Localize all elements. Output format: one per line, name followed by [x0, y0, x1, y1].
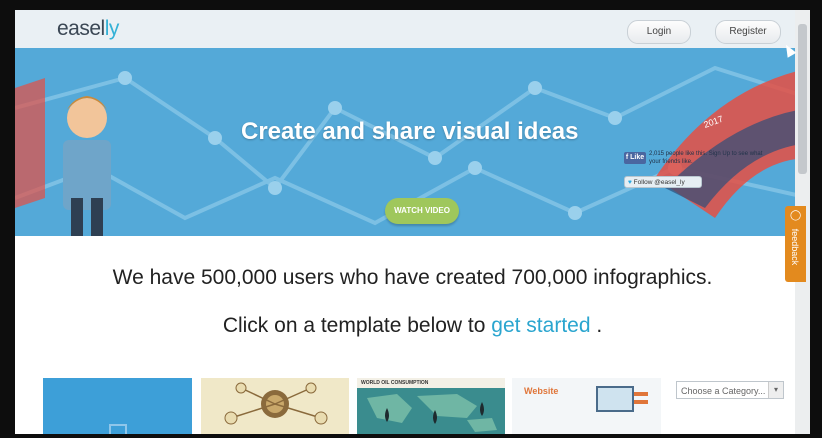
blank-template-icon — [109, 424, 127, 434]
decor-bar — [634, 400, 648, 404]
scrollbar-thumb[interactable] — [798, 24, 807, 174]
main-content: We have 500,000 users who have created 7… — [15, 236, 810, 434]
template-world-oil[interactable]: WORLD OIL CONSUMPTION — [357, 378, 505, 434]
template-title: Website — [524, 386, 559, 396]
register-button[interactable]: Register — [715, 20, 781, 44]
get-started-link[interactable]: get started — [491, 314, 590, 337]
template-blank[interactable] — [43, 378, 192, 434]
twitter-follow-button[interactable]: ♥ Follow @easel_ly — [624, 176, 702, 188]
category-select[interactable]: Choose a Category... ▾ — [676, 381, 784, 399]
template-mindmap[interactable] — [201, 378, 349, 434]
character-illustration — [63, 96, 111, 236]
browser-viewport: easelly Login Register 2017 Create and s… — [15, 10, 810, 434]
get-started-prompt: Click on a template below to get started… — [222, 314, 603, 337]
mindmap-preview — [224, 382, 328, 425]
hero-banner: 2017 Create and share visual ideas WATCH… — [15, 48, 810, 236]
template-title: WORLD OIL CONSUMPTION — [357, 378, 505, 388]
template-website[interactable]: Website — [512, 378, 661, 434]
monitor-graphic — [596, 386, 634, 412]
facebook-like-button[interactable]: f Like — [624, 152, 646, 164]
login-button[interactable]: Login — [627, 20, 691, 44]
easelly-logo[interactable]: easelly — [57, 17, 119, 41]
chevron-down-icon: ▾ — [768, 382, 783, 398]
world-map-preview — [367, 394, 497, 432]
feedback-label: feedback — [790, 228, 800, 266]
hero-title: Create and share visual ideas — [241, 118, 579, 145]
decor-bar — [634, 392, 648, 396]
user-stats-headline: We have 500,000 users who have created 7… — [112, 266, 713, 289]
facebook-like-count: 2,015 people like this. Sign Up to see w… — [649, 151, 763, 165]
watch-video-button[interactable]: WATCH VIDEO — [385, 198, 459, 224]
feedback-tab[interactable]: ◯ feedback — [785, 206, 806, 282]
top-nav: easelly Login Register — [15, 10, 810, 49]
